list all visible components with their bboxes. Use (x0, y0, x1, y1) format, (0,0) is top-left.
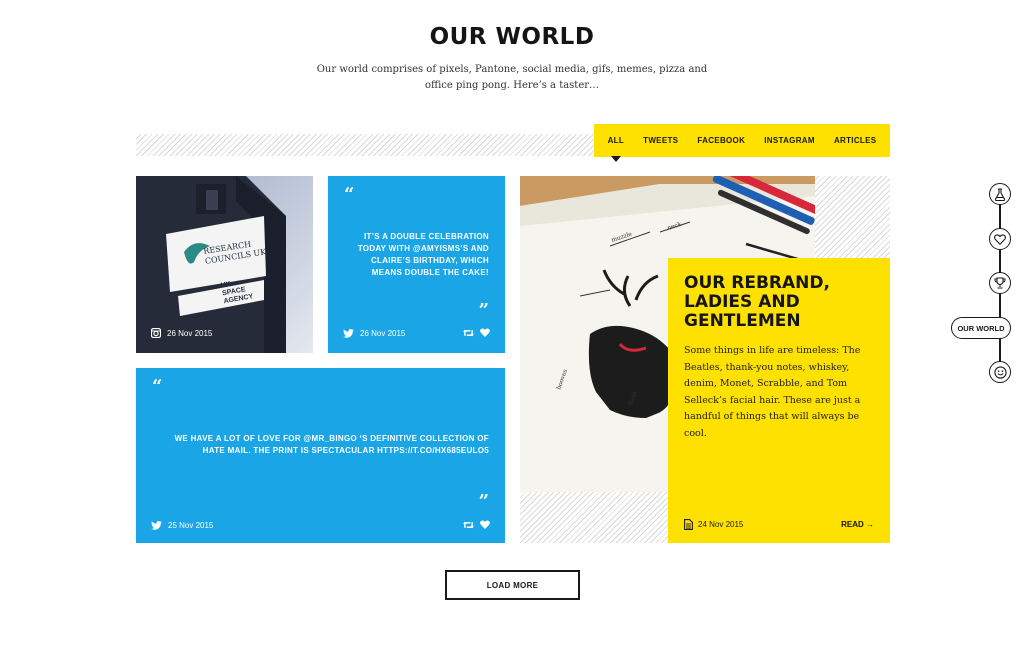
load-more-button[interactable]: LOAD MORE (445, 570, 580, 600)
instagram-date: 26 Nov 2015 (167, 328, 213, 338)
tweet-card[interactable]: “ WE HAVE A LOT OF LOVE FOR @MR_BINGO ‘S… (136, 368, 505, 543)
tweet-date: 25 Nov 2015 (168, 521, 214, 530)
side-nav-flask[interactable] (989, 183, 1011, 205)
quote-open-icon: “ (152, 376, 163, 397)
filter-tab-tweets[interactable]: TWEETS (641, 128, 680, 153)
smiley-icon (993, 365, 1007, 379)
article-date: 24 Nov 2015 (698, 520, 744, 529)
quote-open-icon: “ (344, 184, 355, 205)
building-photo (136, 176, 313, 353)
filter-tab-facebook[interactable]: FACEBOOK (695, 128, 747, 153)
article-panel: OUR REBRAND, LADIES AND GENTLEMEN Some t… (668, 258, 890, 543)
side-nav: OUR WORLD (950, 182, 1012, 386)
tweet-actions (463, 328, 490, 338)
tweet-date: 26 Nov 2015 (360, 329, 406, 338)
tweet-actions (463, 520, 490, 530)
retweet-icon[interactable] (463, 328, 474, 338)
page-title: OUR WORLD (429, 24, 595, 50)
read-link[interactable]: READ → (841, 520, 874, 529)
page-subtitle: Our world comprises of pixels, Pantone, … (316, 64, 708, 91)
article-meta: 24 Nov 2015 (684, 519, 743, 530)
document-icon (684, 519, 693, 530)
article-excerpt: Some things in life are timeless: The Be… (684, 345, 861, 439)
side-nav-our-world[interactable]: OUR WORLD (951, 317, 1011, 339)
article-card[interactable]: muzzle neck hooves flank OUR REBRAND, LA… (520, 176, 890, 543)
filter-tab-instagram[interactable]: INSTAGRAM (762, 128, 817, 153)
instagram-card[interactable]: RESEARCH COUNCILS UK UK SPACE AGENCY 26 … (136, 176, 313, 353)
article-title: OUR REBRAND, LADIES AND GENTLEMEN (684, 273, 830, 331)
instagram-meta: 26 Nov 2015 (151, 328, 212, 338)
heart-icon[interactable] (480, 328, 490, 337)
filter-tab-all[interactable]: ALL (606, 128, 626, 162)
side-nav-trophy[interactable] (989, 272, 1011, 294)
filter-tabs: ALL TWEETS FACEBOOK INSTAGRAM ARTICLES (594, 124, 890, 162)
tweet-text: IT’S A DOUBLE CELEBRATION TODAY WITH @AM… (357, 232, 489, 277)
filter-tab-articles[interactable]: ARTICLES (832, 128, 878, 153)
instagram-icon (151, 328, 161, 338)
tweet-meta: 26 Nov 2015 (343, 329, 405, 338)
quote-close-icon: ” (478, 300, 489, 321)
heart-icon (994, 233, 1006, 245)
twitter-icon (343, 329, 354, 338)
side-nav-heart[interactable] (989, 228, 1011, 250)
retweet-icon[interactable] (463, 520, 474, 530)
twitter-icon (151, 521, 162, 530)
side-nav-smiley[interactable] (989, 361, 1011, 383)
tweet-card[interactable]: “ IT’S A DOUBLE CELEBRATION TODAY WITH @… (328, 176, 505, 353)
heart-icon[interactable] (480, 520, 490, 529)
tweet-text: WE HAVE A LOT OF LOVE FOR @MR_BINGO ‘S D… (174, 434, 489, 455)
trophy-icon (994, 277, 1006, 289)
quote-close-icon: ” (478, 491, 489, 512)
tweet-meta: 25 Nov 2015 (151, 521, 213, 530)
filter-strip-pattern (136, 134, 594, 156)
flask-icon (994, 187, 1006, 201)
